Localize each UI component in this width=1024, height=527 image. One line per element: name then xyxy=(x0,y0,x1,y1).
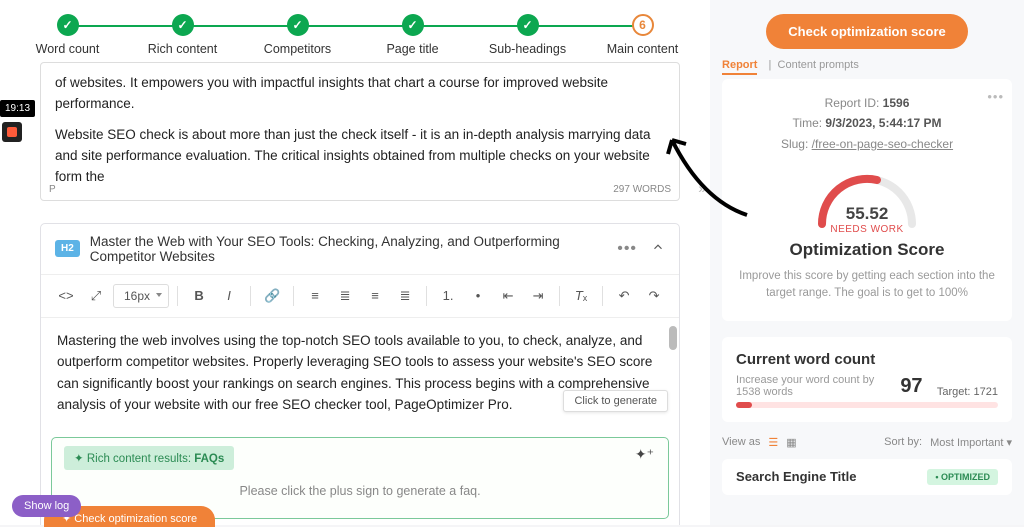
show-log-button[interactable]: Show log xyxy=(12,495,81,517)
grid-view-icon[interactable]: ▦ xyxy=(786,436,796,449)
content-block-1[interactable]: of websites. It empowers you with impact… xyxy=(40,62,680,201)
font-size-select[interactable]: 16px xyxy=(113,284,169,308)
undo-icon[interactable]: ↶ xyxy=(611,283,637,309)
more-icon[interactable]: ••• xyxy=(617,240,637,258)
timer-badge: 19:13 xyxy=(0,100,35,117)
section-title: Master the Web with Your SEO Tools: Chec… xyxy=(90,234,617,264)
editor-toolbar: <> ⤢ 16px B I 🔗 ≡ ≣ ≡ ≣ 1. • ⇤ xyxy=(41,275,679,318)
progress-steps: ✓Word count ✓Rich content ✓Competitors ✓… xyxy=(0,0,710,62)
generate-faq-button[interactable]: ✦⁺ xyxy=(635,446,654,463)
faq-chip: ✦ Rich content results: FAQs xyxy=(64,446,234,470)
chevron-up-icon[interactable] xyxy=(651,240,665,257)
tooltip: Click to generate xyxy=(563,390,668,412)
outdent-icon[interactable]: ⇤ xyxy=(495,283,521,309)
search-engine-title-card[interactable]: Search Engine Title • OPTIMIZED xyxy=(722,459,1012,495)
ul-icon[interactable]: • xyxy=(465,283,491,309)
sort-select[interactable]: Most Important ▾ xyxy=(930,436,1012,449)
list-view-icon[interactable]: ☰ xyxy=(768,436,778,449)
word-count-badge: 297 WORDS xyxy=(613,182,671,198)
align-center-icon[interactable]: ≣ xyxy=(332,283,358,309)
more-icon[interactable]: ••• xyxy=(987,89,1004,104)
align-left-icon[interactable]: ≡ xyxy=(302,283,328,309)
code-icon[interactable]: <> xyxy=(53,283,79,309)
record-icon[interactable] xyxy=(2,122,22,142)
expand-icon[interactable]: ⤢ xyxy=(83,283,109,309)
align-right-icon[interactable]: ≡ xyxy=(362,283,388,309)
redo-icon[interactable]: ↷ xyxy=(641,283,667,309)
indent-icon[interactable]: ⇥ xyxy=(525,283,551,309)
scrollbar[interactable] xyxy=(669,326,677,350)
ol-icon[interactable]: 1. xyxy=(435,283,461,309)
link-icon[interactable]: 🔗 xyxy=(259,283,285,309)
align-justify-icon[interactable]: ≣ xyxy=(392,283,418,309)
next-section-icon[interactable]: » xyxy=(698,180,706,196)
bold-icon[interactable]: B xyxy=(186,283,212,309)
step-current: 6 xyxy=(632,14,654,36)
h2-badge: H2 xyxy=(55,240,80,257)
report-tabs: Report | Content prompts xyxy=(722,59,1012,71)
italic-icon[interactable]: I xyxy=(216,283,242,309)
h2-section-card: H2 Master the Web with Your SEO Tools: C… xyxy=(40,223,680,525)
report-card: ••• Report ID: 1596 Time: 9/3/2023, 5:44… xyxy=(722,79,1012,321)
word-count-card: Current word count Increase your word co… xyxy=(722,337,1012,422)
check-optimization-button[interactable]: Check optimization score xyxy=(766,14,967,49)
score-gauge: 55.52 NEEDS WORK xyxy=(807,164,927,234)
tab-prompts[interactable]: Content prompts xyxy=(778,59,859,71)
clear-format-icon[interactable]: Tₓ xyxy=(568,283,594,309)
tab-report[interactable]: Report xyxy=(722,59,757,75)
word-count-bar xyxy=(736,402,998,408)
